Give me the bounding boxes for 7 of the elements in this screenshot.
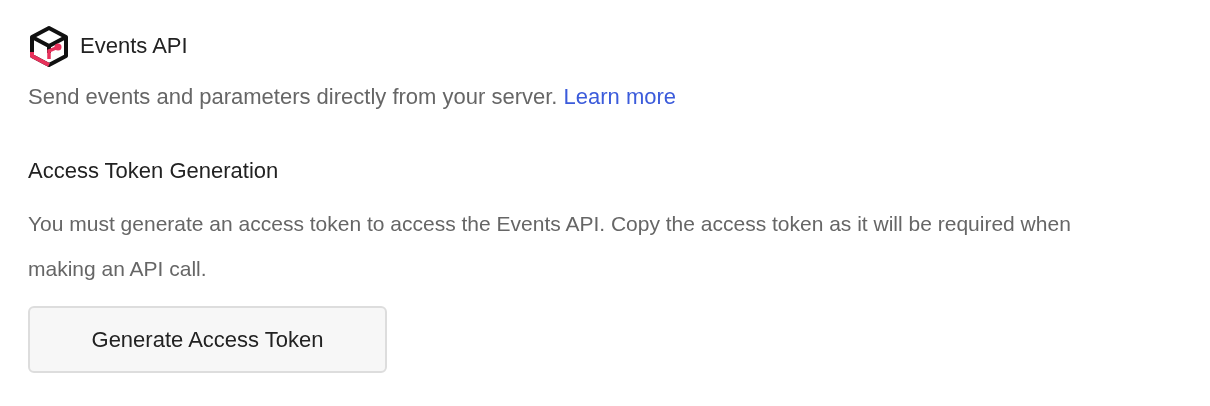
section-heading: Access Token Generation [28,157,279,185]
page-title: Events API [80,33,188,59]
description-text: Send events and parameters directly from your server. Learn more [28,83,677,111]
cube-icon [28,25,70,67]
learn-more-link[interactable]: Learn more [563,84,677,109]
section-text: You must generate an access token to access the Events API. Copy the access token as it will be required when making an API call. [28,211,1072,282]
generate-token-button[interactable]: Generate Access Token [28,306,387,373]
